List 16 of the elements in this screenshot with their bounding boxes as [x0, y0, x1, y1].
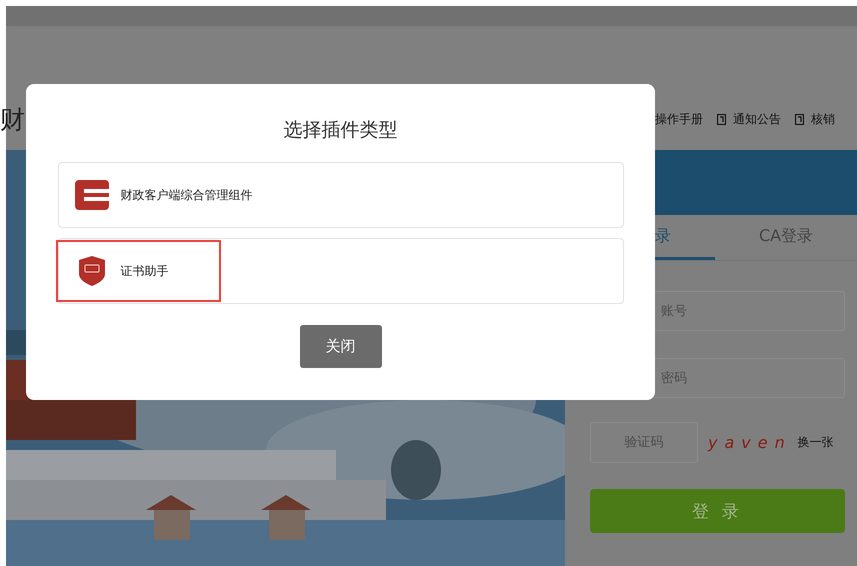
plugin-option[interactable]: 财政客户端综合管理组件 [58, 162, 624, 228]
plugin-option[interactable]: 证书助手 [58, 238, 624, 304]
header-link[interactable]: 核销 [795, 111, 835, 127]
document-icon [795, 114, 804, 124]
dialog-title: 选择插件类型 [284, 118, 398, 143]
header-link[interactable]: 操作手册 [655, 111, 703, 127]
refresh-captcha-link[interactable]: 换一张 [798, 434, 834, 451]
plugin-label: 财政客户端综合管理组件 [120, 186, 252, 204]
document-icon [717, 114, 726, 124]
login-tab[interactable]: CA登录 [715, 215, 857, 260]
close-button[interactable]: 关闭 [300, 325, 382, 368]
header-link[interactable]: 通知公告 [717, 111, 781, 127]
logo-icon [74, 180, 108, 210]
captcha-image: yaven [708, 433, 792, 452]
plugin-label: 证书助手 [120, 262, 168, 280]
shield-icon [78, 256, 104, 286]
